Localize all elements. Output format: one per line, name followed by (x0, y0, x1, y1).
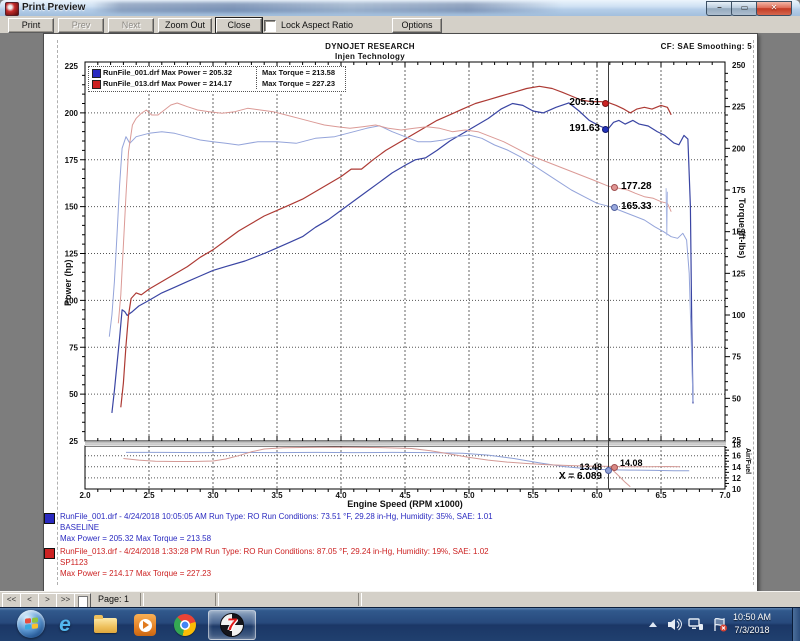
prev-button[interactable]: Prev (58, 18, 104, 33)
options-button[interactable]: Options (392, 18, 442, 33)
statusbar-separator (140, 593, 144, 606)
dynojet-app-taskbar-button[interactable]: 7 (208, 610, 256, 640)
show-desktop-button[interactable] (792, 608, 800, 641)
hidden-icons-chevron[interactable] (649, 622, 657, 627)
restore-button[interactable]: ▭ (731, 1, 758, 16)
page-setup-button[interactable] (74, 593, 91, 608)
dynojet-7-icon: 7 (220, 613, 244, 637)
first-page-button[interactable]: << (2, 593, 21, 608)
tray-clock[interactable]: 10:50 AM 7/3/2018 (722, 611, 782, 637)
close-preview-button[interactable]: Close (216, 18, 262, 33)
start-button[interactable] (17, 610, 45, 638)
toolbar: Print Prev Next Zoom Out Close Lock Aspe… (0, 16, 800, 34)
next-button[interactable]: Next (108, 18, 154, 33)
page-number-label: Page: 1 (98, 594, 129, 604)
last-page-button[interactable]: >> (56, 593, 75, 608)
status-bar: << < > >> Page: 1 (0, 591, 800, 608)
print-button[interactable]: Print (8, 18, 54, 33)
window-title: Print Preview (22, 2, 85, 13)
app-icon (5, 2, 19, 16)
prev-page-button[interactable]: < (20, 593, 39, 608)
cursor-line[interactable] (608, 62, 609, 489)
redacted-title-text (92, 2, 562, 13)
media-player-icon[interactable] (130, 612, 160, 638)
close-window-button[interactable]: ✕ (756, 1, 792, 16)
taskbar: e 7 10:50 AM 7/3/2018 (0, 607, 800, 641)
next-page-button[interactable]: > (38, 593, 57, 608)
restore-icon: ▭ (741, 3, 749, 12)
volume-icon[interactable] (667, 618, 682, 631)
lock-aspect-ratio-label: Lock Aspect Ratio (281, 20, 353, 30)
minimize-icon: – (717, 3, 721, 12)
chrome-icon[interactable] (170, 612, 200, 638)
network-icon[interactable] (688, 618, 704, 631)
close-icon: ✕ (771, 3, 778, 12)
system-tray: 10:50 AM 7/3/2018 (632, 608, 792, 641)
clock-date: 7/3/2018 (722, 624, 782, 637)
windows-flag-icon (25, 617, 38, 630)
internet-explorer-icon[interactable]: e (50, 612, 80, 638)
file-explorer-icon[interactable] (90, 612, 120, 638)
preview-page[interactable] (43, 33, 758, 593)
lock-aspect-ratio-checkbox[interactable] (264, 20, 276, 32)
statusbar-separator (358, 593, 362, 606)
screen: { "window": { "title": "Print Preview" }… (0, 0, 800, 640)
clock-time: 10:50 AM (722, 611, 782, 624)
zoom-out-button[interactable]: Zoom Out (158, 18, 212, 33)
statusbar-separator (215, 593, 219, 606)
title-bar[interactable]: Print Preview – ▭ ✕ (0, 0, 800, 17)
minimize-button[interactable]: – (706, 1, 733, 16)
